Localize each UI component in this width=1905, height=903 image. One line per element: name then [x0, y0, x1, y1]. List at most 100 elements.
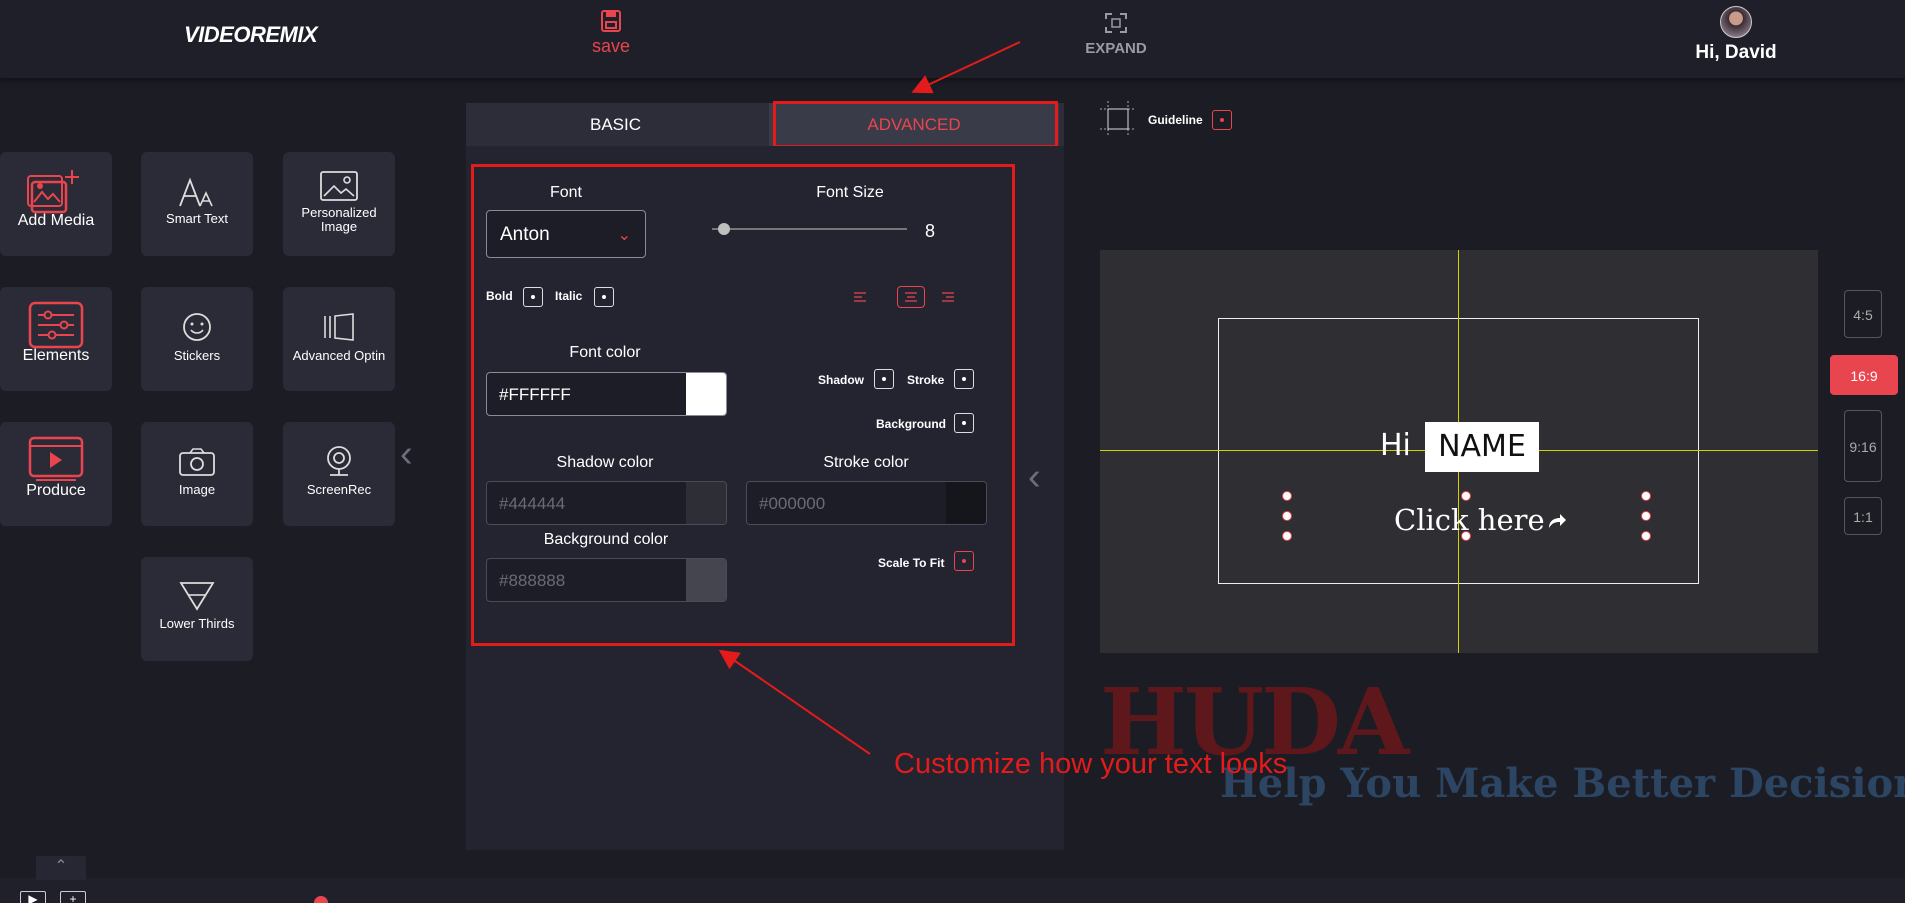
- tool-label: Advanced Optin: [292, 348, 386, 363]
- resize-handle[interactable]: [1461, 491, 1471, 501]
- ratio-9-16-button[interactable]: 9:16: [1844, 410, 1882, 482]
- scale-to-fit-checkbox[interactable]: [954, 551, 974, 571]
- editor-tabs: BASIC ADVANCED: [466, 103, 1064, 146]
- resize-handle[interactable]: [1641, 511, 1651, 521]
- tool-lower-thirds[interactable]: Lower Thirds: [141, 557, 253, 661]
- user-menu[interactable]: Hi, David: [1690, 6, 1782, 64]
- expand-button[interactable]: EXPAND: [1076, 12, 1156, 58]
- align-left-button[interactable]: [848, 286, 876, 308]
- shadow-color-input[interactable]: #444444: [486, 481, 727, 525]
- align-center-button[interactable]: [897, 286, 925, 308]
- resize-handle[interactable]: [1282, 511, 1292, 521]
- chevron-down-icon: ⌄: [617, 227, 631, 244]
- tab-basic[interactable]: BASIC: [466, 103, 765, 146]
- tool-stickers[interactable]: Stickers: [141, 287, 253, 391]
- font-size-slider-track[interactable]: [712, 228, 907, 230]
- tool-add-media[interactable]: Add Media: [0, 152, 112, 256]
- tool-label: Personalized Image: [301, 205, 377, 234]
- personalized-image-icon: [320, 171, 358, 201]
- font-size-value: 8: [925, 221, 936, 241]
- advanced-optin-icon: [324, 313, 354, 341]
- tool-elements[interactable]: Elements: [0, 287, 112, 391]
- stroke-color-input[interactable]: #000000: [746, 481, 987, 525]
- hi-text[interactable]: Hi: [1380, 428, 1411, 463]
- font-color-input[interactable]: #FFFFFF: [486, 372, 727, 416]
- click-here-button[interactable]: Click here: [1394, 503, 1567, 537]
- resize-handle[interactable]: [1282, 531, 1292, 541]
- font-color-swatch[interactable]: [686, 373, 726, 415]
- bold-checkbox[interactable]: [523, 287, 543, 307]
- shadow-checkbox[interactable]: [874, 369, 894, 389]
- stroke-color-label: Stroke color: [823, 454, 909, 471]
- stickers-icon: [183, 313, 211, 341]
- name-placeholder[interactable]: NAME: [1425, 422, 1539, 472]
- align-right-button[interactable]: [934, 286, 962, 308]
- app-logo: VIDEOREMIX: [184, 22, 318, 47]
- tool-label: Smart Text: [166, 211, 228, 226]
- background-color-swatch[interactable]: [686, 559, 726, 601]
- ratio-16-9-button[interactable]: 16:9: [1830, 355, 1898, 395]
- shadow-color-swatch[interactable]: [686, 482, 726, 524]
- font-select-value: Anton: [500, 224, 550, 245]
- font-size-slider-handle[interactable]: [717, 223, 730, 235]
- webcam-icon: [327, 446, 351, 476]
- tool-smart-text[interactable]: Smart Text: [141, 152, 253, 256]
- save-label: save: [591, 36, 631, 56]
- annotation-caption: Customize how your text looks: [894, 748, 1288, 780]
- align-center-icon: [905, 292, 917, 302]
- resize-handle[interactable]: [1461, 531, 1471, 541]
- guideline-icon: [1100, 101, 1136, 137]
- save-icon: [601, 10, 621, 32]
- italic-checkbox[interactable]: [594, 287, 614, 307]
- add-button[interactable]: +: [60, 891, 86, 903]
- expand-label: EXPAND: [1085, 40, 1147, 57]
- ratio-4-5-button[interactable]: 4:5: [1844, 290, 1882, 338]
- collapse-tools-chevron-icon[interactable]: ‹: [400, 433, 413, 476]
- bold-label: Bold: [486, 289, 513, 303]
- align-left-icon: [854, 292, 866, 302]
- resize-handle[interactable]: [1641, 531, 1651, 541]
- tool-label: Produce: [26, 482, 86, 499]
- shadow-label: Shadow: [818, 373, 865, 387]
- watermark-tagline: Help You Make Better Decisions: [1220, 760, 1905, 807]
- smart-text-icon: [179, 177, 213, 207]
- font-size-label: Font Size: [816, 184, 884, 201]
- add-media-icon: [27, 170, 79, 214]
- save-button[interactable]: save: [585, 10, 637, 57]
- stroke-color-swatch[interactable]: [946, 482, 986, 524]
- font-select[interactable]: Anton ⌄: [486, 210, 646, 258]
- timeline-bar: [0, 878, 1905, 903]
- tool-advanced-optin[interactable]: Advanced Optin: [283, 287, 395, 391]
- tool-produce[interactable]: Produce: [0, 422, 112, 526]
- user-greeting: Hi, David: [1695, 42, 1777, 63]
- background-color-input[interactable]: #888888: [486, 558, 727, 602]
- tool-label: Lower Thirds: [159, 616, 235, 631]
- tool-screenrec[interactable]: ScreenRec: [283, 422, 395, 526]
- tool-label: Add Media: [17, 212, 95, 229]
- tool-label: Stickers: [173, 348, 221, 363]
- resize-handle[interactable]: [1641, 491, 1651, 501]
- expand-icon: [1105, 13, 1127, 33]
- stroke-color-value: #000000: [759, 494, 826, 513]
- tool-label: Elements: [22, 347, 90, 364]
- tool-personalized-image[interactable]: Personalized Image: [283, 152, 395, 256]
- play-button[interactable]: ▶: [20, 891, 46, 903]
- tool-image[interactable]: Image: [141, 422, 253, 526]
- tool-label: Image: [178, 482, 216, 497]
- resize-handle[interactable]: [1282, 491, 1292, 501]
- timeline-playhead[interactable]: [314, 896, 328, 903]
- stroke-checkbox[interactable]: [954, 369, 974, 389]
- align-right-icon: [942, 292, 954, 302]
- background-checkbox[interactable]: [954, 413, 974, 433]
- expand-timeline-chevron-icon[interactable]: ⌃: [36, 856, 86, 880]
- font-color-value: #FFFFFF: [499, 385, 571, 404]
- italic-label: Italic: [555, 289, 583, 303]
- collapse-panel-chevron-icon[interactable]: ‹: [1028, 456, 1041, 499]
- guideline-checkbox[interactable]: [1212, 110, 1232, 130]
- guideline-label: Guideline: [1148, 113, 1203, 127]
- tool-label: ScreenRec: [306, 482, 372, 497]
- ratio-1-1-button[interactable]: 1:1: [1844, 497, 1882, 535]
- video-canvas[interactable]: Hi NAME Click here: [1100, 250, 1818, 653]
- stroke-label: Stroke: [907, 373, 945, 387]
- tab-advanced[interactable]: ADVANCED: [769, 103, 1059, 146]
